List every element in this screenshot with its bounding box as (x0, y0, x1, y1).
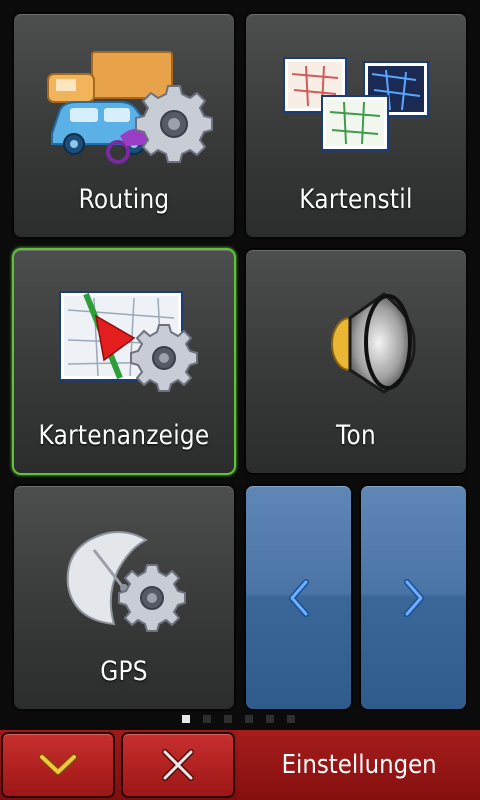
routing-label: Routing (78, 184, 170, 215)
page-dot (182, 715, 190, 723)
close-button[interactable] (121, 732, 235, 798)
kartenanzeige-tile[interactable]: Kartenanzeige (12, 248, 236, 475)
gps-label: GPS (100, 656, 148, 687)
chevron-left-icon (288, 578, 309, 617)
map-display-gear-icon (14, 280, 234, 410)
page-dot (245, 715, 253, 723)
page-dot (266, 715, 274, 723)
gps-tile[interactable]: GPS (12, 484, 236, 711)
kartenanzeige-label: Kartenanzeige (38, 420, 210, 451)
page-title: Einstellungen (238, 730, 480, 800)
close-icon (162, 749, 194, 781)
ton-tile[interactable]: Ton (244, 248, 468, 475)
speaker-icon (246, 280, 466, 410)
ton-label: Ton (336, 420, 376, 451)
next-page-button[interactable] (359, 484, 468, 711)
chevron-down-icon (38, 753, 78, 776)
chevron-right-icon (403, 578, 424, 617)
kartenstil-tile[interactable]: Kartenstil (244, 12, 468, 239)
satellite-dish-gear-icon (14, 516, 234, 646)
page-dot (224, 715, 232, 723)
vehicles-gear-icon (14, 44, 234, 174)
page-dot (203, 715, 211, 723)
kartenstil-label: Kartenstil (299, 184, 413, 215)
page-indicator (0, 714, 480, 724)
routing-tile[interactable]: Routing (12, 12, 236, 239)
previous-page-button[interactable] (244, 484, 353, 711)
page-dot (287, 715, 295, 723)
collapse-button[interactable] (1, 732, 115, 798)
map-styles-icon (246, 44, 466, 174)
